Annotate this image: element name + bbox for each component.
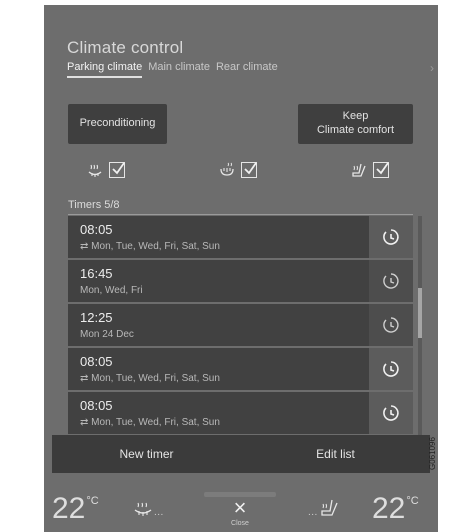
seat-heat-toggle[interactable] xyxy=(350,161,389,179)
close-icon: × xyxy=(233,495,247,520)
passenger-temperature[interactable]: 22°C xyxy=(372,492,419,526)
timer-days: Mon 24 Dec xyxy=(80,329,134,340)
timer-row[interactable]: 16:45 Mon, Wed, Fri xyxy=(68,260,413,302)
keep-label-line1: Keep xyxy=(342,110,369,123)
figure-code: G061096 xyxy=(428,437,437,470)
tab-main-climate[interactable]: Main climate xyxy=(148,61,210,78)
timer-time: 08:05 xyxy=(80,222,113,237)
repeat-icon: ⇄ xyxy=(80,373,92,384)
timer-action-bar: New timer Edit list xyxy=(52,435,430,473)
driver-seat-heat-control[interactable]: ... xyxy=(132,498,164,518)
edit-list-button[interactable]: Edit list xyxy=(241,435,430,473)
new-timer-button[interactable]: New timer xyxy=(52,435,241,473)
timer-list-scrollbar[interactable] xyxy=(418,216,422,438)
timer-time: 12:25 xyxy=(80,310,113,325)
steering-wheel-heat-toggle[interactable] xyxy=(86,161,125,179)
timer-toggle-button[interactable] xyxy=(369,260,413,302)
timer-days: Mon, Wed, Fri xyxy=(80,285,143,296)
timer-toggle-button[interactable] xyxy=(369,348,413,390)
timer-list[interactable]: 08:05 ⇄ Mon, Tue, Wed, Fri, Sat, Sun 16:… xyxy=(68,216,429,438)
level-dots: ... xyxy=(154,507,164,518)
rear-defroster-toggle[interactable] xyxy=(218,161,257,179)
timer-clock-icon xyxy=(383,229,399,245)
timer-days: ⇄ Mon, Tue, Wed, Fri, Sat, Sun xyxy=(80,373,220,384)
keep-climate-comfort-button[interactable]: Keep Climate comfort xyxy=(298,104,413,144)
seat-heat-icon xyxy=(321,499,338,516)
seat-heat-icon xyxy=(352,163,366,177)
tab-bar: Parking climate Main climate Rear climat… xyxy=(67,61,284,78)
passenger-seat-heat-control[interactable]: ... xyxy=(308,498,340,518)
divider xyxy=(68,214,413,215)
timer-toggle-button[interactable] xyxy=(369,304,413,346)
timer-clock-icon xyxy=(383,405,399,421)
scrollbar-thumb[interactable] xyxy=(418,288,422,338)
timer-row[interactable]: 08:05 ⇄ Mon, Tue, Wed, Fri, Sat, Sun xyxy=(68,348,413,390)
timer-row[interactable]: 12:25 Mon 24 Dec xyxy=(68,304,413,346)
repeat-icon: ⇄ xyxy=(80,417,92,428)
timer-row[interactable]: 08:05 ⇄ Mon, Tue, Wed, Fri, Sat, Sun xyxy=(68,216,413,258)
climate-screen: Climate control Parking climate Main cli… xyxy=(44,5,438,532)
timer-clock-icon xyxy=(383,317,399,333)
timer-row[interactable]: 08:05 ⇄ Mon, Tue, Wed, Fri, Sat, Sun xyxy=(68,392,413,434)
seat-heat-checkbox[interactable] xyxy=(373,162,389,178)
tab-rear-climate[interactable]: Rear climate xyxy=(216,61,278,78)
rear-defroster-icon xyxy=(220,162,234,176)
timer-time: 16:45 xyxy=(80,266,113,281)
driver-temperature[interactable]: 22°C xyxy=(52,492,99,526)
rear-defroster-checkbox[interactable] xyxy=(241,162,257,178)
timer-days: ⇄ Mon, Tue, Wed, Fri, Sat, Sun xyxy=(80,241,220,252)
keep-label-line2: Climate comfort xyxy=(316,124,395,136)
level-dots: ... xyxy=(308,507,318,518)
steering-wheel-heat-icon xyxy=(88,164,102,177)
timer-time: 08:05 xyxy=(80,398,113,413)
timer-days: ⇄ Mon, Tue, Wed, Fri, Sat, Sun xyxy=(80,417,220,428)
preconditioning-button[interactable]: Preconditioning xyxy=(68,104,167,144)
timer-time: 08:05 xyxy=(80,354,113,369)
tab-parking-climate[interactable]: Parking climate xyxy=(67,61,143,78)
timer-toggle-button[interactable] xyxy=(369,216,413,258)
steering-wheel-heat-icon xyxy=(134,502,152,516)
timer-clock-icon xyxy=(383,361,399,377)
steering-wheel-heat-checkbox[interactable] xyxy=(109,162,125,178)
chevron-right-icon[interactable]: › xyxy=(430,61,434,75)
close-label: Close xyxy=(231,520,249,527)
timer-clock-icon xyxy=(383,273,399,289)
preconditioning-label: Preconditioning xyxy=(79,117,156,130)
timer-toggle-button[interactable] xyxy=(369,392,413,434)
repeat-icon: ⇄ xyxy=(80,241,92,252)
timers-count-label: Timers 5/8 xyxy=(68,199,120,211)
close-button[interactable]: × Close xyxy=(204,492,276,532)
page-title: Climate control xyxy=(67,38,184,57)
